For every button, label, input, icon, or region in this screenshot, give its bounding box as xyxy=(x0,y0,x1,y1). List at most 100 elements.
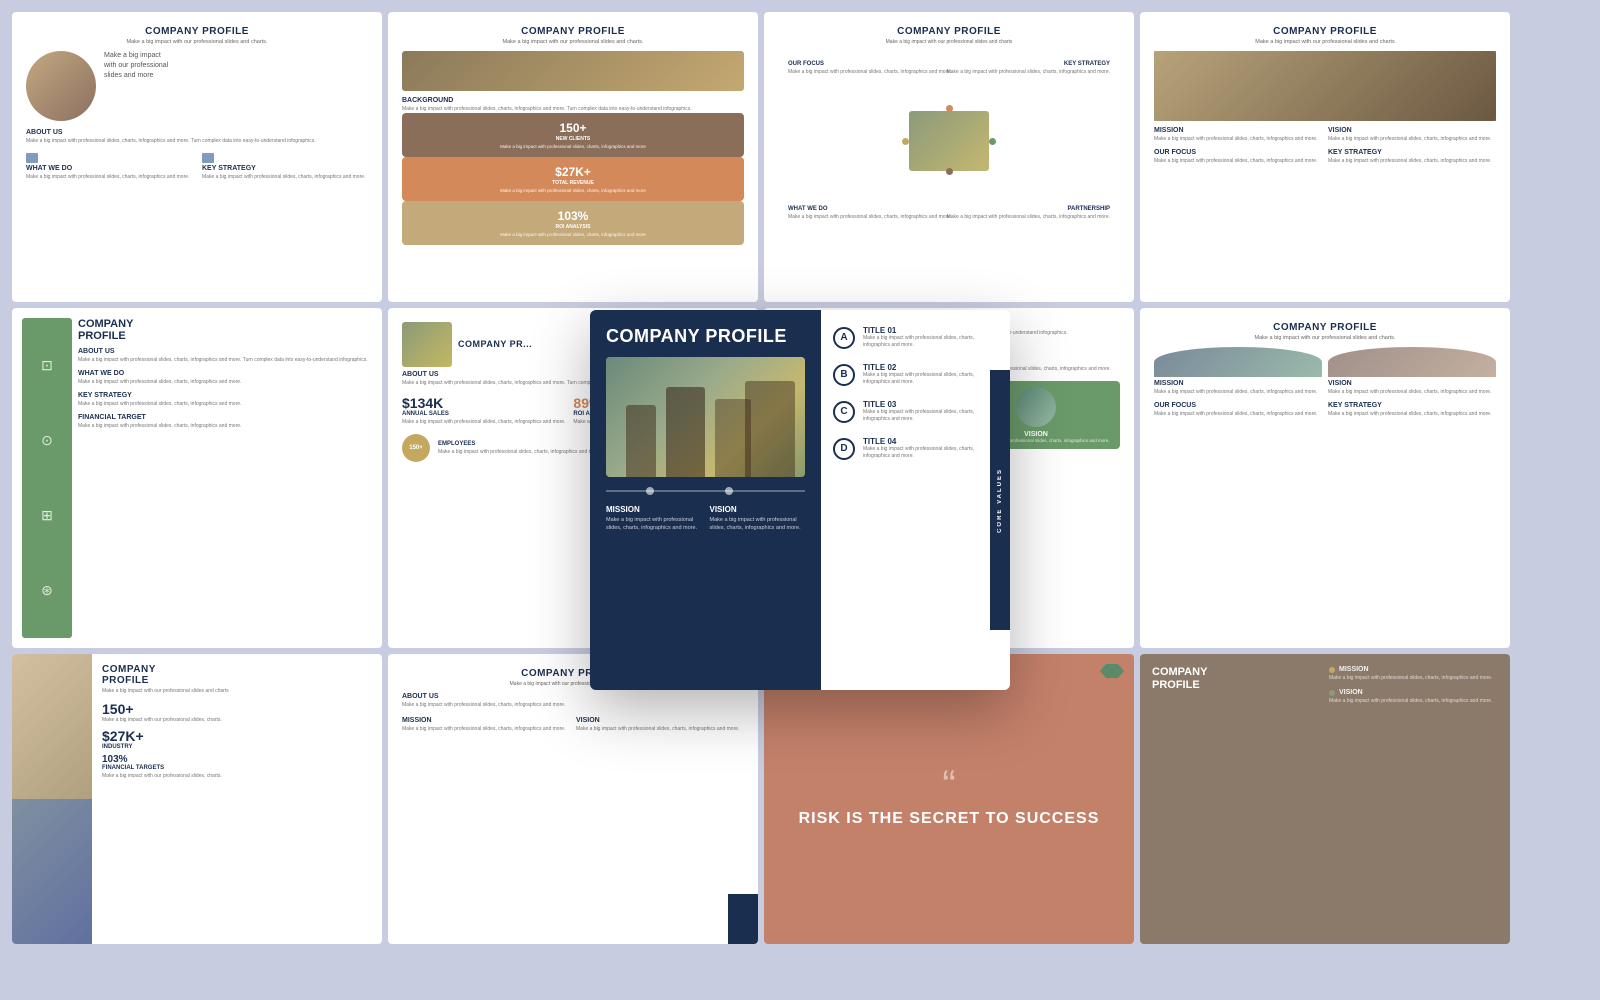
slide-4-mission: MISSION Make a big impact with professio… xyxy=(1154,127,1322,143)
slide-2-title: COMPANY PROFILE xyxy=(402,26,744,37)
slide-featured: COMPANY PROFILE MISSION Make a big impac… xyxy=(590,310,1010,690)
slide-8-mission-photo xyxy=(1154,347,1322,377)
slide-10: COMPANY PROFILE Make a big impact with o… xyxy=(388,654,758,944)
slide-4: COMPANY PROFILE Make a big impact with o… xyxy=(1140,12,1510,302)
slide-3-our-focus: OUR FOCUS Make a big impact with profess… xyxy=(788,61,951,76)
slide-3-what-we-do: WHAT WE DO Make a big impact with profes… xyxy=(788,206,951,221)
person-4 xyxy=(745,381,795,477)
title-content-b: TITLE 02 Make a big impact with professi… xyxy=(863,363,998,386)
slide-9-stat-2: $27K+ INDUSTRY xyxy=(102,728,372,750)
slide-11: “ RISK IS THE SECRET TO SUCCESS xyxy=(764,654,1134,944)
slide-12-title: COMPANYPROFILE xyxy=(1152,666,1321,692)
slide-4-key-strategy: KEY STRATEGY Make a big impact with prof… xyxy=(1328,149,1496,165)
title-item-d: D TITLE 04 Make a big impact with profes… xyxy=(833,437,998,460)
slide-2-background: BACKGROUND Make a big impact with profes… xyxy=(402,97,744,113)
slide-2-subtitle: Make a big impact with our professional … xyxy=(402,39,744,45)
featured-left-panel: COMPANY PROFILE MISSION Make a big impac… xyxy=(590,310,821,690)
featured-mission-row: MISSION Make a big impact with professio… xyxy=(606,505,805,532)
slide-4-vision: VISION Make a big impact with profession… xyxy=(1328,127,1496,143)
title-circle-c: C xyxy=(833,401,855,423)
slide-8-our-focus: OUR FOCUS Make a big impact with profess… xyxy=(1154,402,1322,418)
title-circle-b: B xyxy=(833,364,855,386)
featured-photo xyxy=(606,357,805,477)
slide-9: COMPANYPROFILE Make a big impact with ou… xyxy=(12,654,382,944)
slide-10-accent xyxy=(728,894,758,944)
slide-4-our-focus: OUR FOCUS Make a big impact with profess… xyxy=(1154,149,1322,165)
slide-8-key-strategy: KEY STRATEGY Make a big impact with prof… xyxy=(1328,402,1496,418)
slide-1-key-strategy: KEY STRATEGY Make a big impact with prof… xyxy=(202,153,368,181)
title-content-d: TITLE 04 Make a big impact with professi… xyxy=(863,437,998,460)
slide-4-subtitle: Make a big impact with our professional … xyxy=(1154,39,1496,45)
slide-3-subtitle: Make a big impact with our professional … xyxy=(778,39,1120,45)
slide-4-photo xyxy=(1154,51,1496,121)
timeline-dot-2 xyxy=(725,487,733,495)
slide-1-subtitle: Make a big impact with our professional … xyxy=(26,39,368,45)
chart-bar-icon: ⊞ xyxy=(41,507,53,524)
slide-9-stat-1: 150+ Make a big impact with our professi… xyxy=(102,701,372,724)
person-2 xyxy=(666,387,706,477)
slide-10-mission: MISSION Make a big impact with professio… xyxy=(402,717,570,733)
slide-5-financial: FINANCIAL TARGET Make a big impact with … xyxy=(78,414,372,430)
slide-1-photo xyxy=(26,51,96,121)
slide-9-stat-3: 103% FINANCIAL TARGETS Make a big impact… xyxy=(102,754,372,780)
slide-7-vision-photo xyxy=(1016,387,1056,427)
slide-5: ⊡ ⊙ ⊞ ⊛ COMPANYPROFILE ABOUT US Make a b… xyxy=(12,308,382,648)
slide-3-title: COMPANY PROFILE xyxy=(778,26,1120,37)
slide-1: COMPANY PROFILE Make a big impact with o… xyxy=(12,12,382,302)
slide-5-about: ABOUT US Make a big impact with professi… xyxy=(78,348,372,364)
hexagon-decoration xyxy=(1100,664,1124,678)
slide-2-photo xyxy=(402,51,744,91)
core-values-bar: CORE VALUES xyxy=(990,370,1010,630)
slide-10-about: ABOUT US Make a big impact with professi… xyxy=(402,693,744,709)
dot-top xyxy=(946,105,953,112)
slide-4-title: COMPANY PROFILE xyxy=(1154,26,1496,37)
monitor-icon xyxy=(26,153,38,163)
stat-box-1: 150+ NEW CLIENTS Make a big impact with … xyxy=(402,113,744,157)
people-icon: ⊙ xyxy=(41,432,53,449)
title-circle-d: D xyxy=(833,438,855,460)
slide-12-vision: VISION Make a big impact with profession… xyxy=(1329,689,1498,704)
slide-1-about: ABOUT US Make a big impact with professi… xyxy=(26,129,368,145)
title-item-c: C TITLE 03 Make a big impact with profes… xyxy=(833,400,998,423)
slide-8-subtitle: Make a big impact with our professional … xyxy=(1154,335,1496,341)
slide-12-left: COMPANYPROFILE xyxy=(1152,666,1321,704)
slide-8-title: COMPANY PROFILE xyxy=(1154,322,1496,333)
monitor-icon: ⊡ xyxy=(41,357,53,374)
slide-3-key-strategy: KEY STRATEGY Make a big impact with prof… xyxy=(947,61,1110,76)
slide-9-content: COMPANYPROFILE Make a big impact with ou… xyxy=(92,654,382,944)
title-item-b: B TITLE 02 Make a big impact with profes… xyxy=(833,363,998,386)
slide-10-mv: MISSION Make a big impact with professio… xyxy=(402,717,744,733)
quote-text: RISK IS THE SECRET TO SUCCESS xyxy=(799,809,1100,828)
slide-12-right: MISSION Make a big impact with professio… xyxy=(1329,666,1498,704)
slide-3-web-diagram: OUR FOCUS Make a big impact with profess… xyxy=(778,51,1120,231)
featured-photo-inner xyxy=(606,357,805,477)
slide-8-vision: VISION Make a big impact with profession… xyxy=(1328,347,1496,396)
dot-bottom xyxy=(946,168,953,175)
slide-9-photos xyxy=(12,654,92,944)
timeline-dot-1 xyxy=(646,487,654,495)
slide-6-employees-content: EMPLOYEES Make a big impact with profess… xyxy=(438,441,601,456)
featured-right-panel: CORE VALUES A TITLE 01 Make a big impact… xyxy=(821,310,1010,690)
slide-5-what-we-do: WHAT WE DO Make a big impact with profes… xyxy=(78,370,372,386)
slide-4-grid: MISSION Make a big impact with professio… xyxy=(1154,127,1496,165)
dot-vision xyxy=(1329,690,1335,696)
slide-12-layout: COMPANYPROFILE MISSION Make a big impact… xyxy=(1152,666,1498,704)
slide-9-photo-top xyxy=(12,654,92,799)
title-item-a: A TITLE 01 Make a big impact with profes… xyxy=(833,326,998,349)
slide-9-photo-bottom xyxy=(12,799,92,944)
stat-box-3: 103% ROI ANALYSIS Make a big impact with… xyxy=(402,201,744,245)
slide-3-center-image xyxy=(909,111,989,171)
slide-5-content: COMPANYPROFILE ABOUT US Make a big impac… xyxy=(78,318,372,638)
slide-8-mission: MISSION Make a big impact with professio… xyxy=(1154,347,1322,396)
title-circle-a: A xyxy=(833,327,855,349)
settings-icon: ⊛ xyxy=(41,582,53,599)
stat-box-2: $27K+ TOTAL REVENUE Make a big impact wi… xyxy=(402,157,744,201)
slide-10-vision: VISION Make a big impact with profession… xyxy=(576,717,744,733)
slide-12: COMPANYPROFILE MISSION Make a big impact… xyxy=(1140,654,1510,944)
slide-4-photo-overlay xyxy=(1154,51,1496,121)
slide-6-stat-1: $134K ANNUAL SALES Make a big impact wit… xyxy=(402,395,565,426)
chart-icon xyxy=(202,153,214,163)
quote-mark: “ xyxy=(942,769,955,801)
slide-8: COMPANY PROFILE Make a big impact with o… xyxy=(1140,308,1510,648)
title-content-a: TITLE 01 Make a big impact with professi… xyxy=(863,326,998,349)
